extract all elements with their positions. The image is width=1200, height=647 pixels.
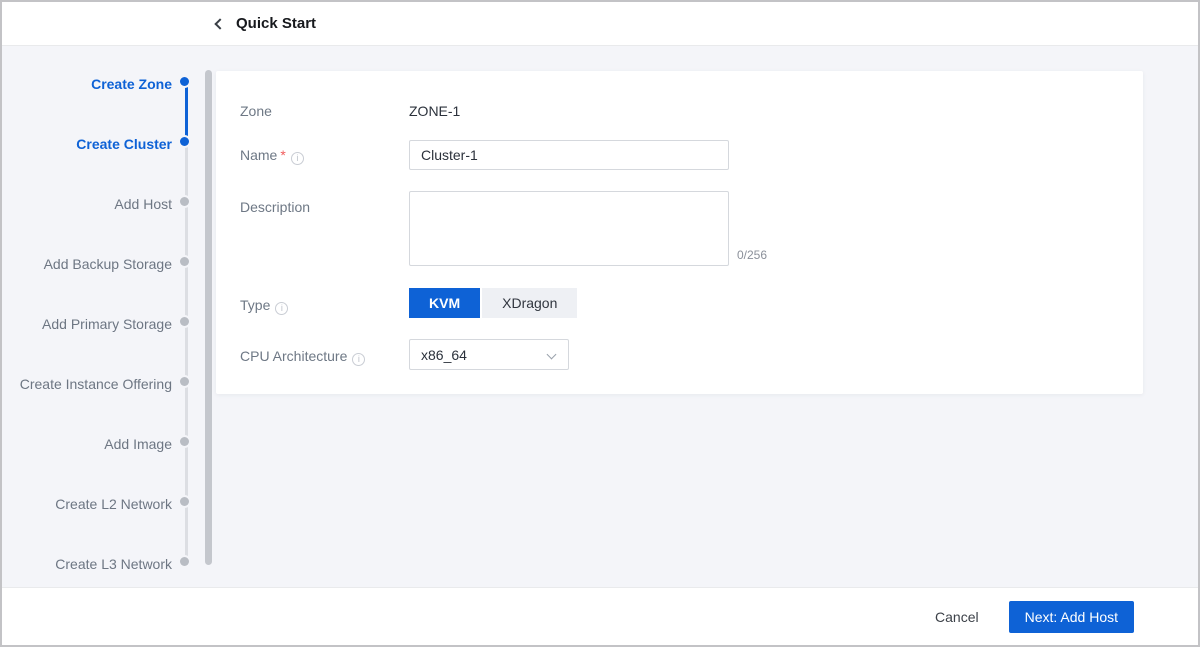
step-label: Add Host: [114, 194, 172, 214]
name-label: Name*i: [240, 145, 304, 165]
name-info-icon[interactable]: i: [291, 152, 304, 165]
step-label: Add Image: [104, 434, 172, 454]
step-label: Create Instance Offering: [20, 374, 172, 394]
cpu-architecture-label: CPU Architecturei: [240, 346, 365, 366]
step-item[interactable]: Add Primary Storage: [2, 314, 202, 334]
step-label: Create Cluster: [76, 134, 172, 154]
back-button[interactable]: [210, 14, 230, 34]
zone-label: Zone: [240, 101, 272, 121]
cancel-button[interactable]: Cancel: [935, 609, 979, 625]
footer: Cancel Next: Add Host: [2, 587, 1198, 645]
type-option-xdragon[interactable]: XDragon: [482, 288, 577, 318]
step-item[interactable]: Create Zone: [2, 74, 202, 94]
description-label: Description: [240, 197, 310, 217]
cpu-architecture-info-icon[interactable]: i: [352, 353, 365, 366]
step-dot-icon: [180, 197, 189, 206]
step-item[interactable]: Create L3 Network: [2, 554, 202, 574]
page-title: Quick Start: [236, 15, 316, 32]
step-label: Create L3 Network: [55, 554, 172, 574]
step-item[interactable]: Create L2 Network: [2, 494, 202, 514]
step-label: Create L2 Network: [55, 494, 172, 514]
main-area: Create Zone Create Cluster Add Host Add Bac…: [2, 46, 1198, 587]
type-option-kvm[interactable]: KVM: [409, 288, 480, 318]
step-item[interactable]: Create Cluster: [2, 134, 202, 154]
header: Quick Start: [2, 2, 1198, 46]
step-item[interactable]: Create Instance Offering: [2, 374, 202, 394]
create-cluster-form: Zone ZONE-1 Name*i Description 0/256 Typ…: [216, 71, 1143, 394]
step-dot-icon: [180, 257, 189, 266]
zone-value: ZONE-1: [409, 101, 460, 121]
step-dot-icon: [180, 317, 189, 326]
required-asterisk: *: [280, 147, 285, 163]
step-dot-icon: [180, 77, 189, 86]
step-label: Create Zone: [91, 74, 172, 94]
back-chevron-icon: [214, 18, 225, 29]
chevron-down-icon: [547, 350, 557, 360]
description-textarea[interactable]: [409, 191, 729, 266]
step-dot-icon: [180, 557, 189, 566]
step-label: Add Backup Storage: [44, 254, 172, 274]
step-item[interactable]: Add Host: [2, 194, 202, 214]
scrollbar-thumb[interactable]: [205, 70, 212, 565]
steps-sidebar: Create Zone Create Cluster Add Host Add Bac…: [2, 46, 202, 587]
next-add-host-button[interactable]: Next: Add Host: [1009, 601, 1134, 633]
description-char-counter: 0/256: [737, 248, 767, 262]
type-option-group: KVMXDragon: [409, 288, 577, 318]
step-item[interactable]: Add Image: [2, 434, 202, 454]
quick-start-window: Quick Start Create Zone Create Cluster Add…: [0, 0, 1200, 647]
step-item[interactable]: Add Backup Storage: [2, 254, 202, 274]
step-dot-icon: [180, 137, 189, 146]
name-input[interactable]: [409, 140, 729, 170]
type-label: Typei: [240, 295, 288, 315]
type-info-icon[interactable]: i: [275, 302, 288, 315]
step-dot-icon: [180, 437, 189, 446]
step-label: Add Primary Storage: [42, 314, 172, 334]
step-dot-icon: [180, 377, 189, 386]
cpu-architecture-select[interactable]: x86_64: [409, 339, 569, 370]
step-dot-icon: [180, 497, 189, 506]
